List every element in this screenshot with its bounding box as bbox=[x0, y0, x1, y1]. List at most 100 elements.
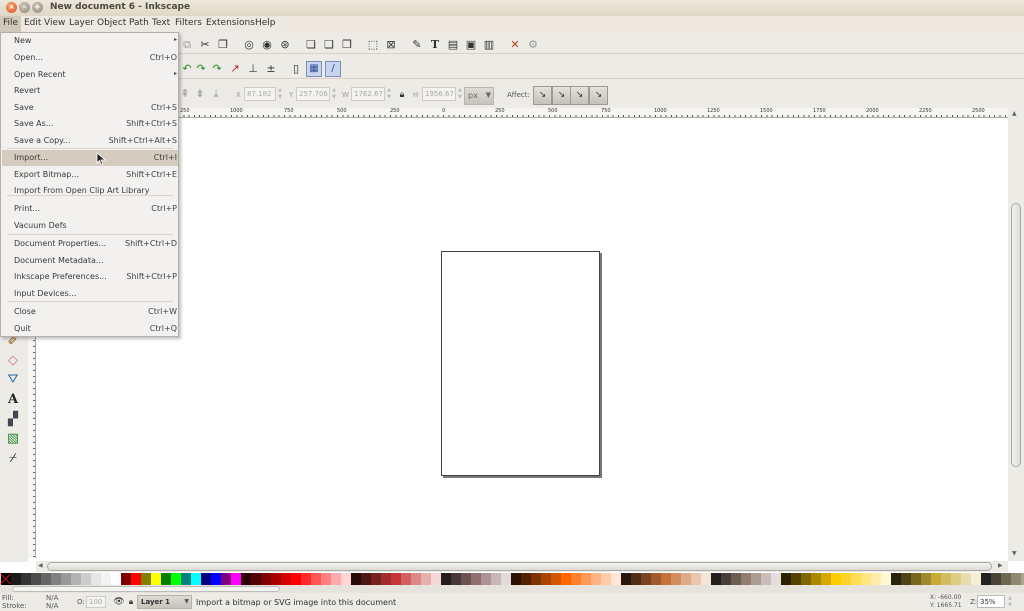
horizontal-scroll-thumb[interactable] bbox=[47, 562, 992, 571]
layers-icon[interactable]: ▣ bbox=[464, 38, 478, 52]
menu-item-inkscape-preferences[interactable]: Inkscape Preferences... Shift+Ctrl+P bbox=[2, 269, 178, 285]
color-swatch[interactable] bbox=[501, 573, 511, 585]
color-swatch[interactable] bbox=[941, 573, 951, 585]
dropper-tool-icon[interactable]: ⌿ bbox=[5, 451, 21, 467]
color-swatch[interactable] bbox=[901, 573, 911, 585]
color-swatch[interactable] bbox=[771, 573, 781, 585]
color-swatch[interactable] bbox=[511, 573, 521, 585]
color-swatch[interactable] bbox=[781, 573, 791, 585]
affect-rounded-corners-button[interactable]: ↘ bbox=[552, 86, 571, 105]
color-swatch[interactable] bbox=[11, 573, 21, 585]
vertical-scroll-thumb[interactable] bbox=[1011, 203, 1021, 467]
color-swatch[interactable] bbox=[601, 573, 611, 585]
menu-object[interactable]: Object bbox=[97, 18, 126, 28]
color-swatch[interactable] bbox=[791, 573, 801, 585]
duplicate-icon[interactable]: ❏ bbox=[304, 38, 318, 52]
document-properties-icon[interactable]: ⚙ bbox=[526, 38, 540, 52]
color-swatch[interactable] bbox=[291, 573, 301, 585]
menu-item-import[interactable]: Import... Ctrl+I bbox=[2, 150, 178, 166]
lock-icon[interactable]: 🔒︎ bbox=[395, 88, 409, 102]
xml-editor-icon[interactable]: ▤ bbox=[446, 38, 460, 52]
color-swatch[interactable] bbox=[351, 573, 361, 585]
w-field[interactable]: 1762.67 bbox=[351, 87, 385, 101]
group-icon[interactable]: ⬚ bbox=[366, 38, 380, 52]
snap-guide-toggle[interactable]: / bbox=[325, 61, 341, 77]
color-swatch[interactable] bbox=[241, 573, 251, 585]
menu-item-open[interactable]: Open... Ctrl+O bbox=[2, 50, 178, 66]
color-swatch[interactable] bbox=[541, 573, 551, 585]
color-swatch[interactable] bbox=[41, 573, 51, 585]
x-field[interactable]: 87.182 bbox=[244, 87, 276, 101]
menu-item-open-recent[interactable]: Open Recent ▸ bbox=[2, 67, 178, 83]
color-swatch[interactable] bbox=[381, 573, 391, 585]
y-spinner[interactable]: ▲ ▼ bbox=[330, 87, 338, 101]
color-swatch[interactable] bbox=[141, 573, 151, 585]
color-swatch[interactable] bbox=[761, 573, 771, 585]
opacity-field[interactable]: 100 bbox=[86, 596, 106, 608]
snap-page-icon[interactable]: ▯ bbox=[289, 62, 303, 76]
color-swatch[interactable] bbox=[451, 573, 461, 585]
color-swatch[interactable] bbox=[641, 573, 651, 585]
color-swatch[interactable] bbox=[101, 573, 111, 585]
color-swatch[interactable] bbox=[171, 573, 181, 585]
color-swatch[interactable] bbox=[831, 573, 841, 585]
color-swatch[interactable] bbox=[91, 573, 101, 585]
menu-item-import-from-open-clip-art-library[interactable]: Import From Open Clip Art Library bbox=[2, 183, 178, 199]
h-field[interactable]: 1956.67 bbox=[422, 87, 456, 101]
color-swatch[interactable] bbox=[991, 573, 1001, 585]
paste-icon[interactable]: ⧉ bbox=[180, 38, 194, 52]
color-swatch[interactable] bbox=[891, 573, 901, 585]
color-swatch[interactable] bbox=[751, 573, 761, 585]
color-swatch[interactable] bbox=[431, 573, 441, 585]
color-swatch[interactable] bbox=[581, 573, 591, 585]
layer-selector[interactable]: Layer 1 ▼ bbox=[137, 595, 192, 609]
color-swatch[interactable] bbox=[441, 573, 451, 585]
menu-item-revert[interactable]: Revert bbox=[2, 83, 178, 99]
color-swatch[interactable] bbox=[981, 573, 991, 585]
menu-extensions[interactable]: Extensions bbox=[206, 18, 255, 28]
w-spinner[interactable]: ▲ ▼ bbox=[385, 87, 393, 101]
color-swatch[interactable] bbox=[221, 573, 231, 585]
color-swatch[interactable] bbox=[181, 573, 191, 585]
color-swatch[interactable] bbox=[321, 573, 331, 585]
unlink-clone-icon[interactable]: ❒ bbox=[340, 38, 354, 52]
zoom-drawing-icon[interactable]: ◉ bbox=[260, 38, 274, 52]
menu-item-quit[interactable]: Quit Ctrl+Q bbox=[2, 321, 178, 337]
text-font-icon[interactable]: T bbox=[428, 38, 442, 52]
menu-item-save[interactable]: Save Ctrl+S bbox=[2, 100, 178, 116]
zoom-field[interactable]: 35% bbox=[977, 595, 1005, 608]
menu-file[interactable]: File bbox=[0, 16, 22, 32]
snap-smooth-icon[interactable]: ↷ bbox=[210, 62, 224, 76]
color-swatch[interactable] bbox=[301, 573, 311, 585]
color-swatch[interactable] bbox=[871, 573, 881, 585]
vertical-scrollbar[interactable]: ▲ ▼ bbox=[1008, 108, 1024, 561]
menu-text[interactable]: Text bbox=[152, 18, 170, 28]
scroll-up-icon[interactable]: ▲ bbox=[1012, 110, 1017, 117]
menu-path[interactable]: Path bbox=[129, 18, 149, 28]
menu-item-close[interactable]: Close Ctrl+W bbox=[2, 304, 178, 320]
color-swatch[interactable] bbox=[881, 573, 891, 585]
color-swatch[interactable] bbox=[711, 573, 721, 585]
color-swatch[interactable] bbox=[371, 573, 381, 585]
color-swatch[interactable] bbox=[861, 573, 871, 585]
color-swatch[interactable] bbox=[161, 573, 171, 585]
window-close-button[interactable]: × bbox=[6, 2, 17, 13]
menu-item-print[interactable]: Print... Ctrl+P bbox=[2, 201, 178, 217]
color-swatch[interactable] bbox=[801, 573, 811, 585]
color-swatch[interactable] bbox=[231, 573, 241, 585]
lock-icon[interactable]: 🔒︎ bbox=[124, 595, 138, 609]
scroll-left-icon[interactable]: ◀ bbox=[38, 562, 43, 569]
color-swatch[interactable] bbox=[821, 573, 831, 585]
scroll-right-icon[interactable]: ▶ bbox=[998, 562, 1003, 569]
color-swatch[interactable] bbox=[521, 573, 531, 585]
clone-icon[interactable]: ❑ bbox=[322, 38, 336, 52]
color-swatch[interactable] bbox=[931, 573, 941, 585]
color-swatch[interactable] bbox=[251, 573, 261, 585]
lower-icon[interactable]: ⇟ bbox=[193, 87, 207, 101]
color-swatch[interactable] bbox=[411, 573, 421, 585]
color-swatch[interactable] bbox=[671, 573, 681, 585]
color-swatch[interactable] bbox=[551, 573, 561, 585]
color-swatch[interactable] bbox=[271, 573, 281, 585]
menu-item-save-a-copy[interactable]: Save a Copy... Shift+Ctrl+Alt+S bbox=[2, 133, 178, 149]
color-swatch[interactable] bbox=[391, 573, 401, 585]
